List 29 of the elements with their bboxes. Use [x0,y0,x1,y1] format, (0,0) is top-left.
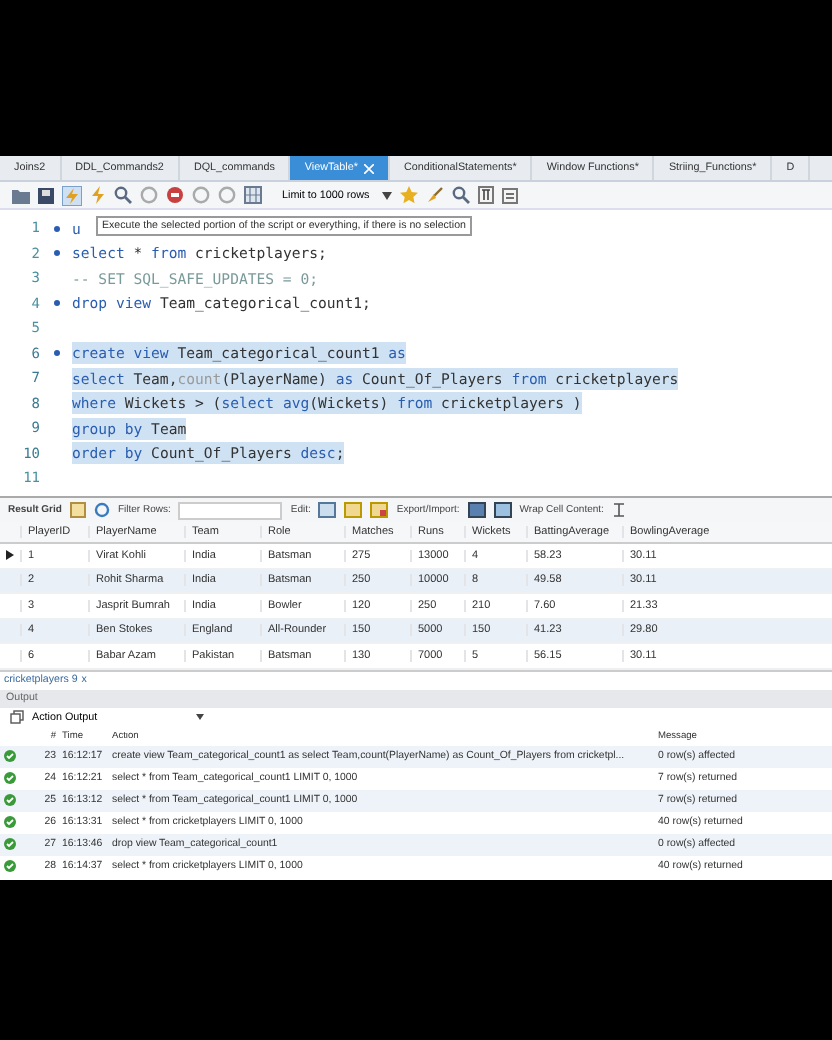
folder-icon[interactable] [12,187,30,203]
caret-icon[interactable] [381,191,392,199]
table-delete-icon[interactable] [370,502,389,518]
copy-icon[interactable] [10,710,24,724]
filter-field[interactable] [178,501,283,519]
magnifier-icon[interactable] [114,186,132,204]
close-icon[interactable] [363,163,374,173]
grid-icon[interactable] [244,186,262,204]
indent-icon[interactable] [501,187,518,203]
caret-icon[interactable] [196,714,204,720]
star-icon[interactable] [399,186,418,204]
open-icon[interactable] [493,502,512,518]
magnifier-icon[interactable] [451,186,470,204]
wrap-icon[interactable] [611,502,626,518]
save-icon[interactable] [38,187,54,203]
lightning-icon[interactable] [62,185,82,205]
statement-marker-icon [53,350,59,357]
paragraph-icon[interactable] [477,186,494,204]
statement-marker-icon [53,250,59,257]
current-row-icon [6,550,14,561]
save-icon[interactable] [467,502,486,518]
statement-marker-icon [53,300,59,307]
refresh-icon[interactable] [93,502,110,518]
brush-icon[interactable] [425,186,444,204]
grid-icon[interactable] [69,502,86,518]
table-add-icon[interactable] [344,502,363,518]
statement-marker-icon [53,225,59,232]
stop-icon[interactable] [166,186,184,204]
table-edit-icon[interactable] [318,502,337,518]
